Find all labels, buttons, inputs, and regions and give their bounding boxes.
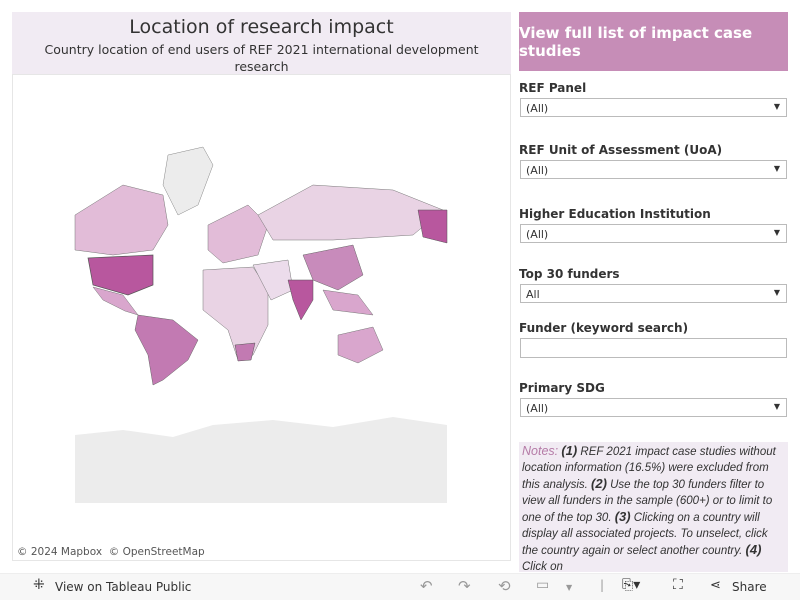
note-number: (3) bbox=[614, 509, 631, 524]
south-africa[interactable] bbox=[234, 342, 256, 362]
antarctica bbox=[75, 417, 447, 503]
refresh-icon[interactable]: ▭ bbox=[536, 577, 549, 593]
fullscreen-icon[interactable]: ⛶ bbox=[673, 577, 683, 593]
chevron-down-icon: ▼ bbox=[773, 228, 780, 237]
dropdown-value: All bbox=[526, 288, 540, 301]
note-number: (4) bbox=[745, 542, 762, 557]
page-title: Location of research impact bbox=[129, 16, 394, 38]
india[interactable] bbox=[287, 279, 314, 321]
alaska[interactable] bbox=[417, 209, 448, 244]
southeast-asia[interactable] bbox=[322, 289, 374, 316]
russia[interactable] bbox=[257, 184, 444, 241]
revert-icon[interactable]: ⟲ bbox=[498, 577, 511, 595]
undo-icon[interactable]: ↶ bbox=[420, 577, 433, 595]
dropdown-value: (All) bbox=[526, 228, 549, 241]
tableau-toolbar: ⁜ View on Tableau Public ↶ ↷ ⟲ ▭ ▼ | ⎘▾ … bbox=[0, 573, 800, 600]
osm-attribution[interactable]: © OpenStreetMap bbox=[109, 546, 205, 558]
divider: | bbox=[600, 578, 605, 592]
mapbox-attribution[interactable]: © 2024 Mapbox bbox=[17, 546, 102, 558]
title-box: Location of research impact Country loca… bbox=[12, 12, 511, 74]
filter-label-ref-panel: REF Panel bbox=[519, 81, 587, 95]
chevron-down-icon: ▼ bbox=[773, 402, 780, 411]
europe[interactable] bbox=[207, 204, 269, 264]
dropdown-value: (All) bbox=[526, 164, 549, 177]
uoa-dropdown[interactable]: (All) ▼ bbox=[520, 160, 787, 179]
share-button[interactable]: Share bbox=[732, 580, 767, 594]
filter-label-hei: Higher Education Institution bbox=[519, 207, 711, 221]
note-text: Click on bbox=[522, 561, 563, 572]
world-map[interactable]: © 2024 Mapbox © OpenStreetMap bbox=[12, 74, 511, 561]
australia[interactable] bbox=[337, 326, 384, 364]
map-svg[interactable] bbox=[13, 75, 512, 562]
share-icon[interactable]: ⋖ bbox=[710, 578, 721, 593]
dropdown-value: (All) bbox=[526, 402, 549, 415]
view-case-studies-button[interactable]: View full list of impact case studies bbox=[519, 12, 788, 71]
chevron-down-icon[interactable]: ▼ bbox=[566, 583, 572, 592]
south-america[interactable] bbox=[134, 314, 199, 386]
chevron-down-icon: ▼ bbox=[773, 288, 780, 297]
funder-search-input[interactable] bbox=[520, 338, 787, 358]
filter-label-sdg: Primary SDG bbox=[519, 381, 605, 395]
note-number: (2) bbox=[591, 476, 607, 491]
tableau-logo-icon: ⁜ bbox=[33, 577, 45, 593]
dropdown-value: (All) bbox=[526, 102, 549, 115]
filter-label-uoa: REF Unit of Assessment (UoA) bbox=[519, 143, 723, 157]
filter-label-funder-search: Funder (keyword search) bbox=[519, 321, 689, 335]
greenland[interactable] bbox=[162, 146, 214, 216]
ref-panel-dropdown[interactable]: (All) ▼ bbox=[520, 98, 787, 117]
page-subtitle: Country location of end users of REF 202… bbox=[44, 42, 479, 74]
notes-panel: Notes: (1) REF 2021 impact case studies … bbox=[519, 442, 788, 572]
canada[interactable] bbox=[74, 184, 169, 256]
notes-heading: Notes: bbox=[522, 444, 559, 458]
map-attribution[interactable]: © 2024 Mapbox © OpenStreetMap bbox=[17, 546, 205, 558]
top-funders-dropdown[interactable]: All ▼ bbox=[520, 284, 787, 303]
filter-label-funders: Top 30 funders bbox=[519, 267, 620, 281]
note-number: (1) bbox=[561, 443, 578, 458]
redo-icon[interactable]: ↷ bbox=[458, 577, 471, 595]
chevron-down-icon: ▼ bbox=[773, 164, 780, 173]
view-on-tableau-link[interactable]: View on Tableau Public bbox=[55, 580, 191, 594]
download-icon[interactable]: ⎘▾ bbox=[622, 577, 640, 593]
sdg-dropdown[interactable]: (All) ▼ bbox=[520, 398, 787, 417]
hei-dropdown[interactable]: (All) ▼ bbox=[520, 224, 787, 243]
chevron-down-icon: ▼ bbox=[773, 102, 780, 111]
